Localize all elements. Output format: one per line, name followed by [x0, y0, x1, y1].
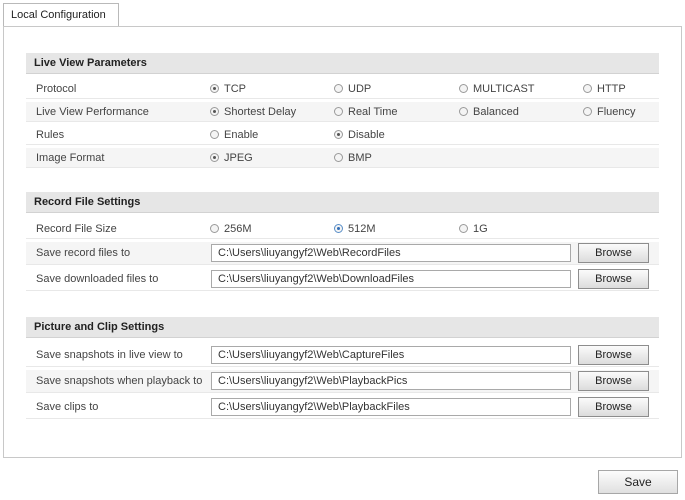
- radio-selected-icon[interactable]: [334, 224, 343, 233]
- live-view-parameters-heading: Live View Parameters: [26, 53, 659, 74]
- radio-selected-icon[interactable]: [334, 130, 343, 139]
- rules-row: Rules Enable Disable: [26, 125, 659, 145]
- save-snapshots-live-row: Save snapshots in live view to Browse: [26, 344, 659, 367]
- record-file-size-label: Record File Size: [36, 223, 117, 235]
- performance-option-shortest-delay[interactable]: Shortest Delay: [210, 102, 296, 122]
- protocol-option-udp[interactable]: UDP: [334, 79, 371, 99]
- rules-option-disable[interactable]: Disable: [334, 125, 385, 145]
- playback-files-path-field[interactable]: [211, 398, 571, 416]
- live-view-performance-label: Live View Performance: [36, 106, 149, 118]
- protocol-option-http[interactable]: HTTP: [583, 79, 626, 99]
- record-file-size-row: Record File Size 256M 512M 1G: [26, 219, 659, 239]
- browse-downloaded-files-button[interactable]: Browse: [578, 269, 649, 289]
- rules-label: Rules: [36, 129, 65, 141]
- image-format-option-bmp[interactable]: BMP: [334, 148, 372, 168]
- protocol-label: Protocol: [36, 83, 77, 95]
- radio-icon[interactable]: [583, 84, 592, 93]
- image-format-option-jpeg[interactable]: JPEG: [210, 148, 253, 168]
- radio-icon[interactable]: [210, 224, 219, 233]
- radio-icon[interactable]: [459, 84, 468, 93]
- local-configuration-panel: Live View Parameters Protocol TCP UDP MU…: [3, 26, 682, 458]
- protocol-option-multicast[interactable]: MULTICAST: [459, 79, 535, 99]
- browse-capture-files-button[interactable]: Browse: [578, 345, 649, 365]
- record-size-option-256m[interactable]: 256M: [210, 219, 252, 239]
- save-snapshots-playback-label: Save snapshots when playback to: [36, 375, 203, 387]
- performance-option-balanced[interactable]: Balanced: [459, 102, 519, 122]
- playback-pics-path-field[interactable]: [211, 372, 571, 390]
- save-downloaded-files-label: Save downloaded files to: [36, 273, 159, 285]
- save-record-files-label: Save record files to: [36, 247, 131, 259]
- record-size-option-1g[interactable]: 1G: [459, 219, 488, 239]
- image-format-label: Image Format: [36, 152, 105, 164]
- save-button[interactable]: Save: [598, 470, 678, 494]
- browse-record-files-button[interactable]: Browse: [578, 243, 649, 263]
- radio-icon[interactable]: [583, 107, 592, 116]
- save-clips-label: Save clips to: [36, 401, 99, 413]
- save-snapshots-playback-row: Save snapshots when playback to Browse: [26, 370, 659, 393]
- radio-icon[interactable]: [459, 107, 468, 116]
- radio-icon[interactable]: [459, 224, 468, 233]
- protocol-row: Protocol TCP UDP MULTICAST HTTP: [26, 79, 659, 99]
- tab-local-configuration[interactable]: Local Configuration: [3, 3, 119, 26]
- save-record-files-row: Save record files to Browse: [26, 242, 659, 265]
- radio-icon[interactable]: [210, 130, 219, 139]
- image-format-row: Image Format JPEG BMP: [26, 148, 659, 168]
- radio-icon[interactable]: [334, 153, 343, 162]
- downloaded-files-path-field[interactable]: [211, 270, 571, 288]
- performance-option-fluency[interactable]: Fluency: [583, 102, 636, 122]
- record-file-settings-heading: Record File Settings: [26, 192, 659, 213]
- picture-clip-settings-heading: Picture and Clip Settings: [26, 317, 659, 338]
- radio-icon[interactable]: [334, 107, 343, 116]
- browse-playback-files-button[interactable]: Browse: [578, 397, 649, 417]
- rules-option-enable[interactable]: Enable: [210, 125, 258, 145]
- radio-icon[interactable]: [334, 84, 343, 93]
- record-size-option-512m[interactable]: 512M: [334, 219, 376, 239]
- browse-playback-pics-button[interactable]: Browse: [578, 371, 649, 391]
- radio-selected-icon[interactable]: [210, 107, 219, 116]
- live-view-performance-row: Live View Performance Shortest Delay Rea…: [26, 102, 659, 122]
- save-downloaded-files-row: Save downloaded files to Browse: [26, 268, 659, 291]
- save-clips-row: Save clips to Browse: [26, 396, 659, 419]
- record-files-path-field[interactable]: [211, 244, 571, 262]
- capture-files-path-field[interactable]: [211, 346, 571, 364]
- radio-selected-icon[interactable]: [210, 84, 219, 93]
- radio-selected-icon[interactable]: [210, 153, 219, 162]
- performance-option-real-time[interactable]: Real Time: [334, 102, 398, 122]
- save-snapshots-live-label: Save snapshots in live view to: [36, 349, 183, 361]
- protocol-option-tcp[interactable]: TCP: [210, 79, 246, 99]
